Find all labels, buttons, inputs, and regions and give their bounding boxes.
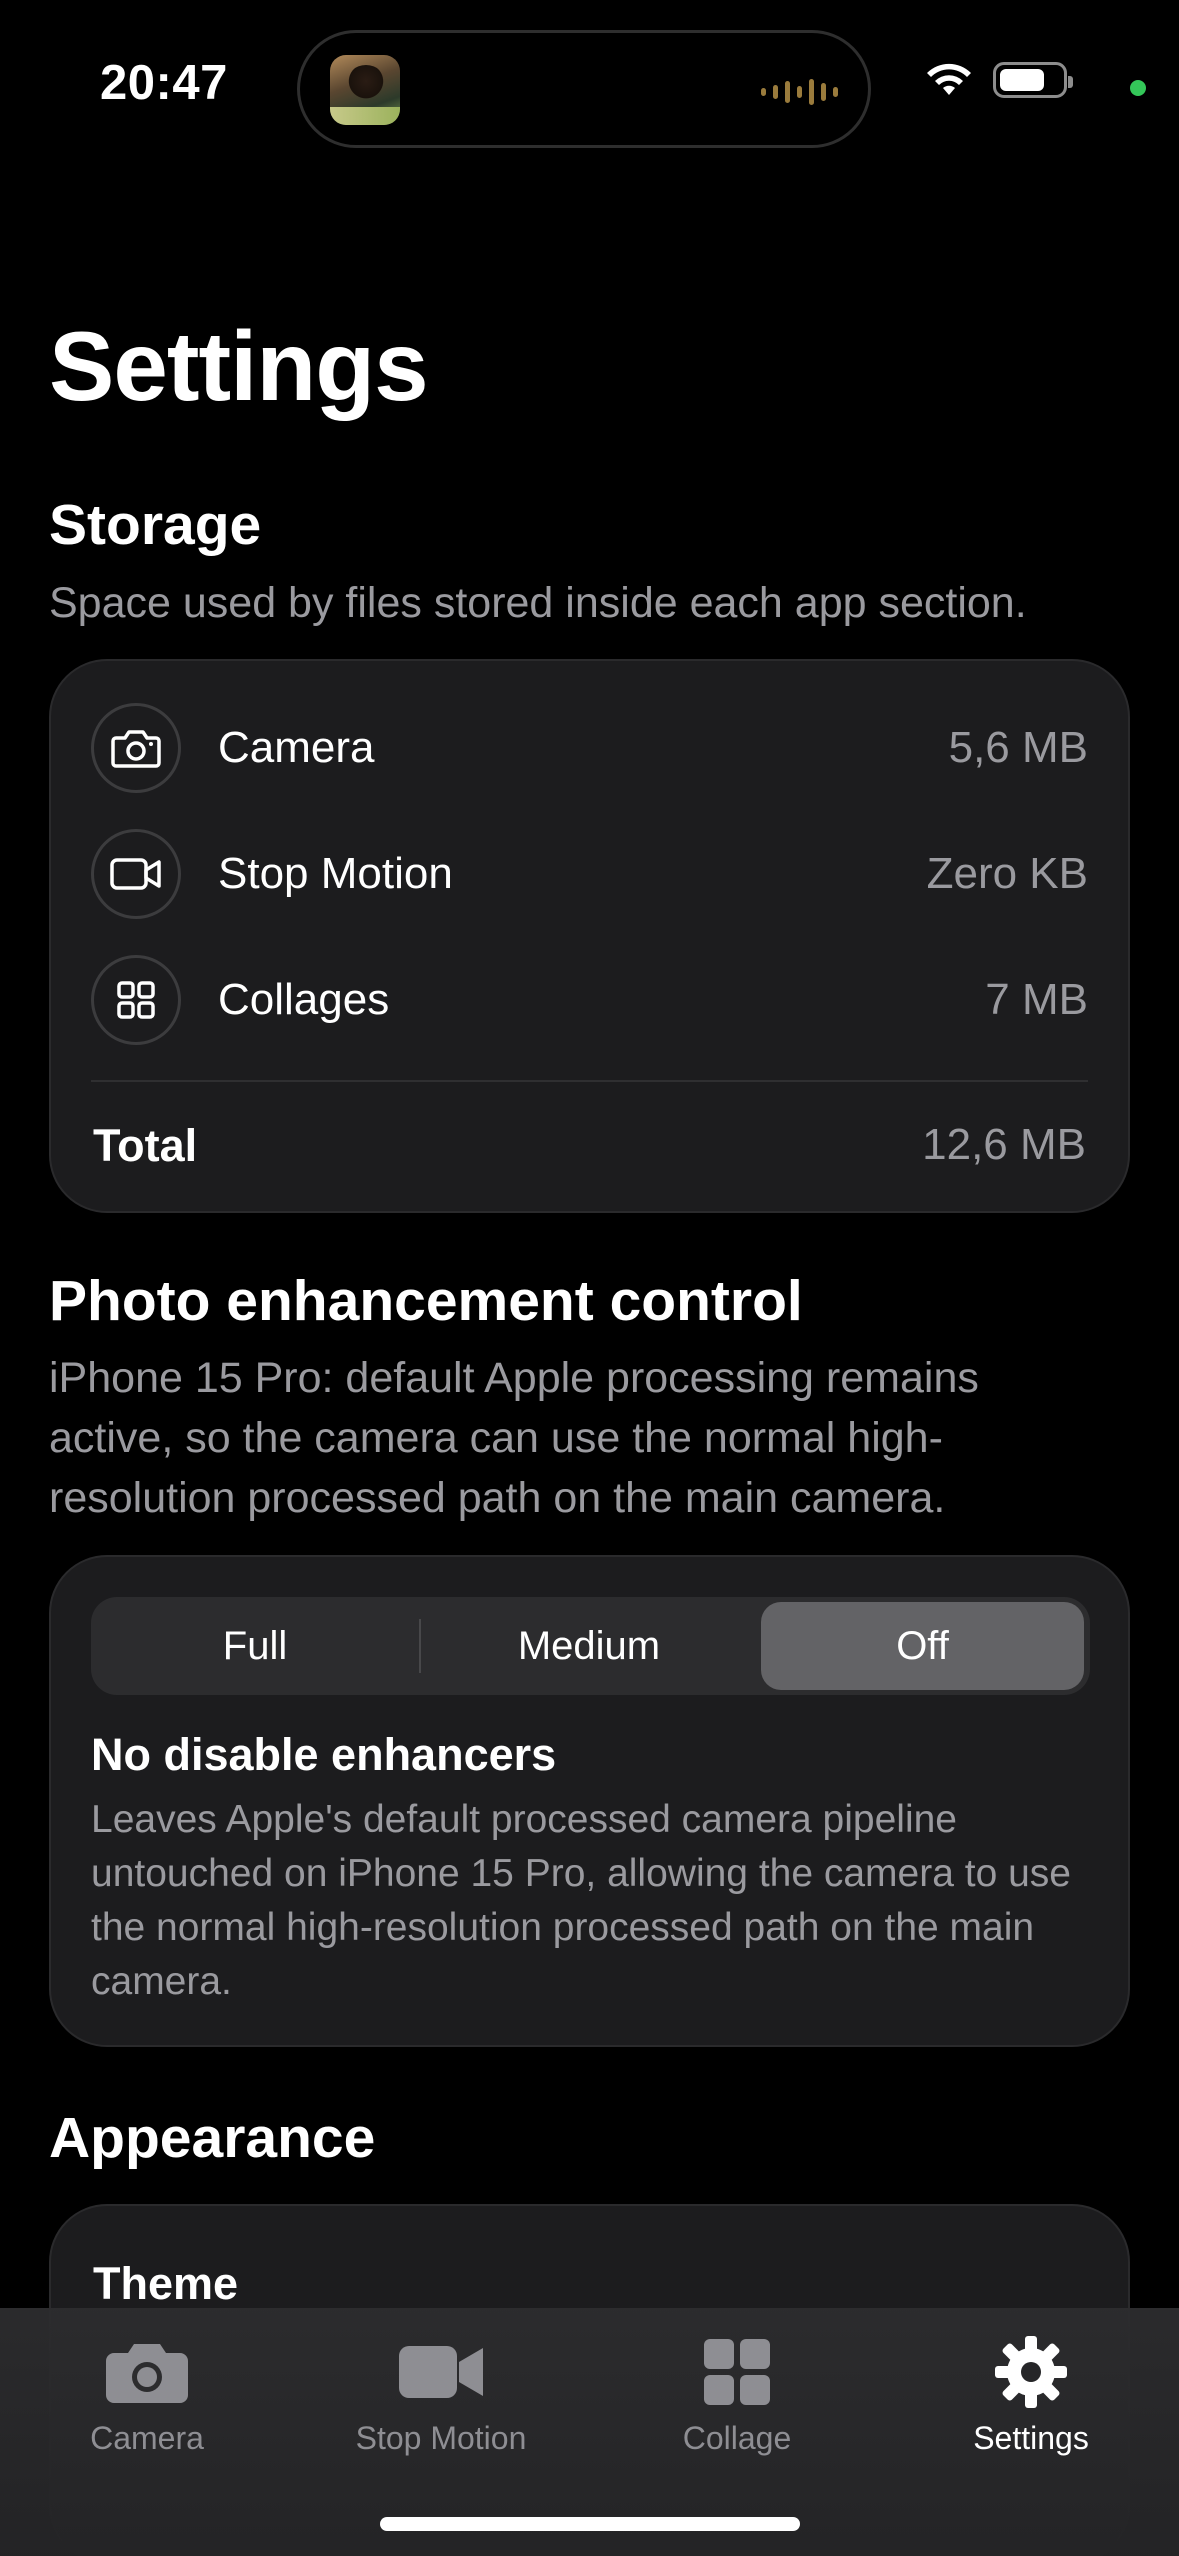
enhancement-section-title: Photo enhancement control xyxy=(49,1269,803,1333)
enhancement-segmented-control[interactable]: Full Medium Off xyxy=(91,1597,1090,1695)
appearance-section-title: Appearance xyxy=(49,2106,376,2170)
storage-section-title: Storage xyxy=(49,493,262,557)
segment-off[interactable]: Off xyxy=(761,1602,1084,1690)
tab-stop-motion[interactable]: Stop Motion xyxy=(311,2332,571,2457)
enhancement-option-title: No disable enhancers xyxy=(91,1729,557,1780)
storage-row-label: Collages xyxy=(218,975,390,1024)
tab-label: Collage xyxy=(682,2420,792,2456)
status-time: 20:47 xyxy=(100,56,228,110)
grid-icon xyxy=(91,955,181,1045)
tab-camera[interactable]: Camera xyxy=(17,2332,277,2457)
storage-card: Camera 5,6 MB Stop Motion Zero KB Collag… xyxy=(49,659,1130,1213)
now-playing-artwork xyxy=(330,55,400,125)
storage-total-label: Total xyxy=(93,1120,198,1171)
storage-divider xyxy=(91,1080,1088,1082)
grid-fill-icon xyxy=(692,2332,782,2412)
segment-separator xyxy=(419,1619,421,1673)
gear-icon xyxy=(986,2332,1076,2412)
camera-fill-icon xyxy=(102,2332,192,2412)
privacy-indicator-dot xyxy=(1130,80,1146,96)
enhancement-option-description: Leaves Apple's default processed camera … xyxy=(91,1798,1071,2003)
page-title: Settings xyxy=(49,311,429,421)
storage-row-value: 7 MB xyxy=(985,975,1088,1024)
video-icon xyxy=(91,829,181,919)
storage-total-value: 12,6 MB xyxy=(922,1120,1086,1169)
tab-label: Stop Motion xyxy=(355,2420,527,2456)
video-fill-icon xyxy=(396,2332,486,2412)
storage-row-label: Stop Motion xyxy=(218,849,453,898)
storage-row-value: 5,6 MB xyxy=(948,723,1088,772)
theme-label: Theme xyxy=(93,2258,239,2309)
enhancement-section-subtitle: iPhone 15 Pro: default Apple processing … xyxy=(49,1354,979,1522)
storage-row-collages: Collages 7 MB xyxy=(91,955,1088,1045)
storage-row-stop-motion: Stop Motion Zero KB xyxy=(91,829,1088,919)
dynamic-island[interactable] xyxy=(297,30,871,148)
segment-medium[interactable]: Medium xyxy=(424,1602,754,1690)
enhancement-card: Full Medium Off No disable enhancers Lea… xyxy=(49,1555,1130,2047)
audio-waveform-icon xyxy=(761,77,838,107)
storage-row-camera: Camera 5,6 MB xyxy=(91,703,1088,793)
camera-icon xyxy=(91,703,181,793)
segment-full[interactable]: Full xyxy=(96,1602,414,1690)
home-indicator[interactable] xyxy=(380,2517,800,2531)
tab-settings[interactable]: Settings xyxy=(901,2332,1161,2457)
status-icons xyxy=(925,62,1073,98)
storage-section-subtitle: Space used by files stored inside each a… xyxy=(49,579,1027,627)
storage-row-value: Zero KB xyxy=(926,849,1088,898)
storage-row-label: Camera xyxy=(218,723,375,772)
wifi-icon xyxy=(927,63,971,95)
settings-screen: 20:47 Settings Storage Space used by fil… xyxy=(0,0,1179,2556)
tab-label: Settings xyxy=(973,2420,1089,2456)
tab-collage[interactable]: Collage xyxy=(607,2332,867,2457)
battery-icon xyxy=(993,62,1073,98)
tab-label: Camera xyxy=(90,2420,204,2456)
